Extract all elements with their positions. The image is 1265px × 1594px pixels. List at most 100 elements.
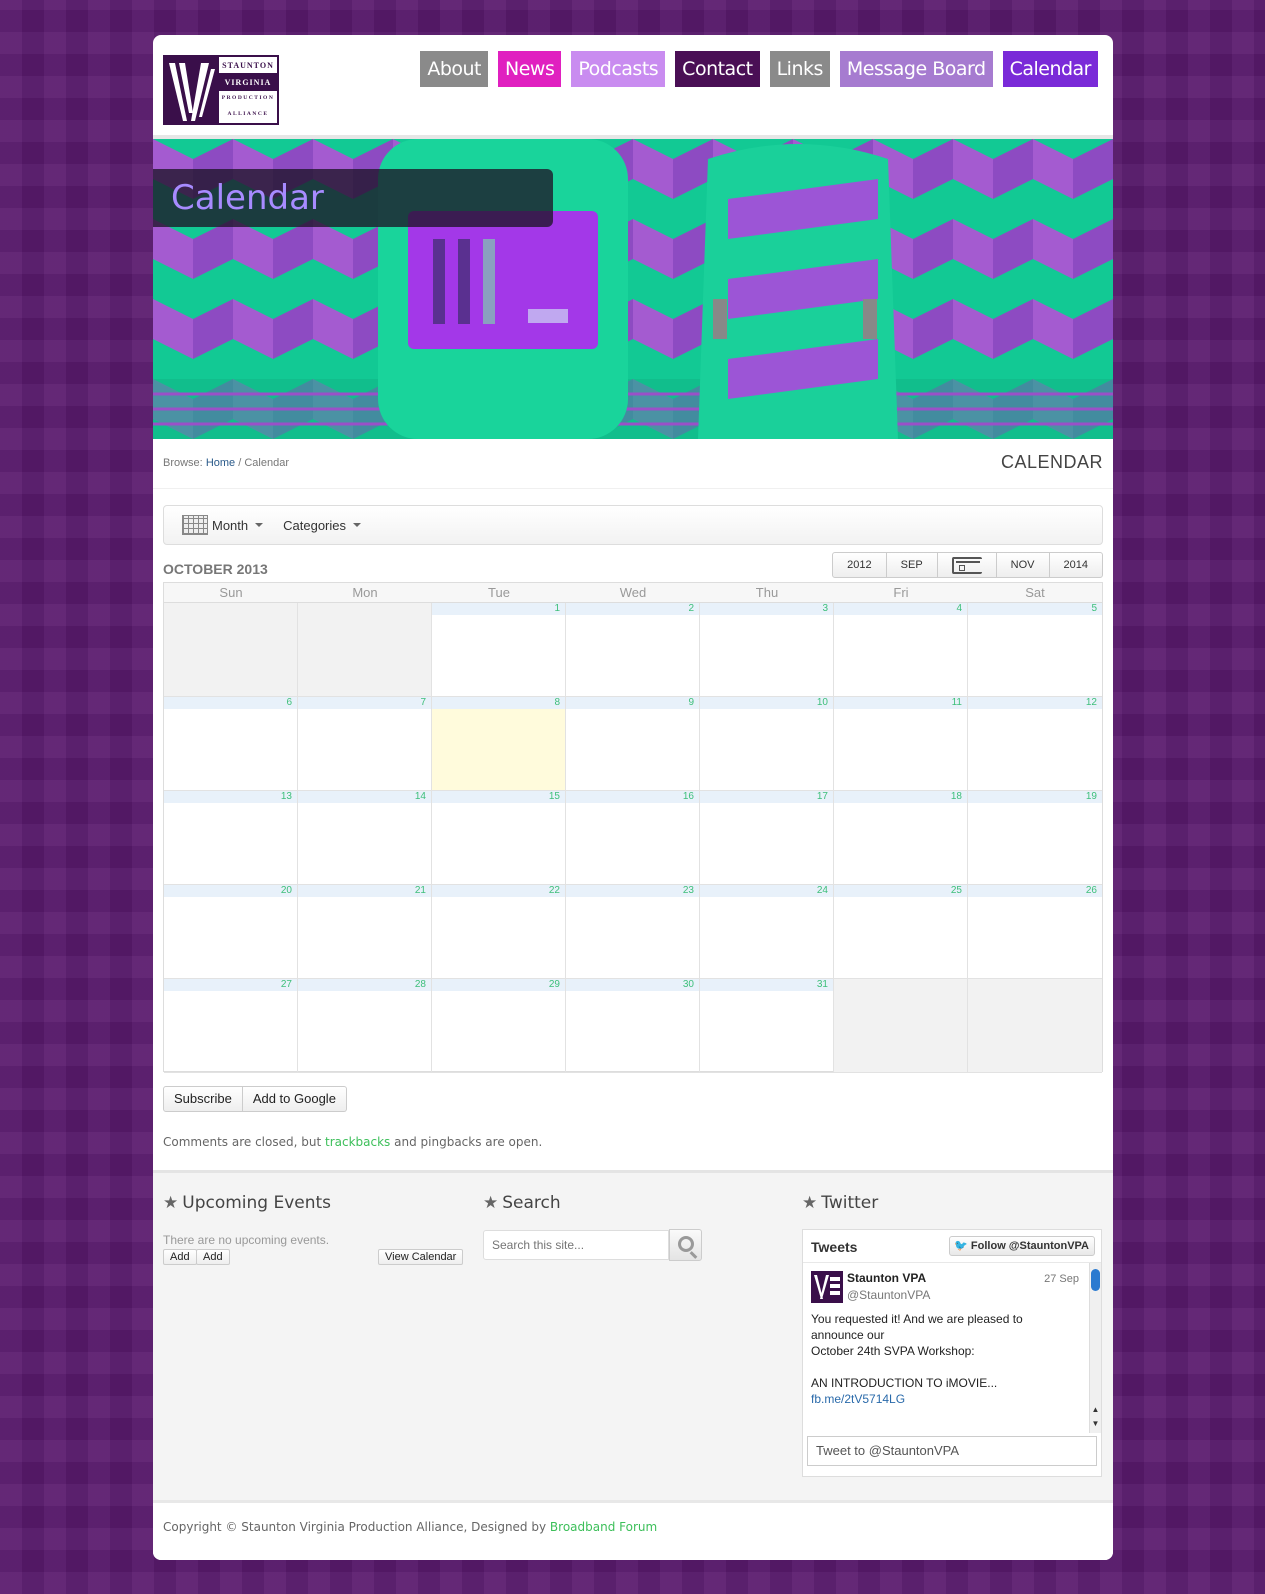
view-dropdown[interactable]: Month: [182, 515, 264, 535]
calendar-day-number[interactable]: 14: [298, 791, 431, 803]
calendar-day[interactable]: 23: [566, 885, 700, 979]
calendar-day[interactable]: 12: [968, 697, 1102, 791]
calendar-day-number[interactable]: 26: [968, 885, 1102, 897]
calendar-day[interactable]: 31: [700, 979, 834, 1073]
tweet-link[interactable]: fb.me/2tV5714LG: [811, 1392, 905, 1406]
add-to-google-button[interactable]: Add to Google: [242, 1086, 347, 1112]
calendar-day[interactable]: 18: [834, 791, 968, 885]
calendar-day[interactable]: 7: [298, 697, 432, 791]
calendar-day-number[interactable]: 21: [298, 885, 431, 897]
calendar-day[interactable]: 19: [968, 791, 1102, 885]
footer-widgets: ★ Upcoming Events There are no upcoming e…: [153, 1170, 1113, 1500]
calendar-day-number[interactable]: 23: [566, 885, 699, 897]
calendar-day-number[interactable]: 13: [164, 791, 297, 803]
trackbacks-link[interactable]: trackbacks: [325, 1135, 390, 1149]
follow-button-label: Follow @StauntonVPA: [970, 1240, 1089, 1252]
calendar-day-number[interactable]: 24: [700, 885, 833, 897]
calendar-day[interactable]: 24: [700, 885, 834, 979]
nav-links[interactable]: Links: [769, 51, 830, 87]
calendar-day[interactable]: 27: [164, 979, 298, 1073]
calendar-day-number[interactable]: 1: [432, 603, 565, 615]
calendar-day[interactable]: 25: [834, 885, 968, 979]
scroll-up-icon[interactable]: ▲: [1090, 1405, 1101, 1414]
calendar-day-number[interactable]: 7: [298, 697, 431, 709]
tweet-author-handle[interactable]: @StauntonVPA: [847, 1288, 930, 1302]
calendar-day[interactable]: 11: [834, 697, 968, 791]
calendar-day-number[interactable]: 8: [432, 697, 565, 709]
calendar-day[interactable]: 28: [298, 979, 432, 1073]
calendar-day-number[interactable]: 10: [700, 697, 833, 709]
tweet-date[interactable]: 27 Sep: [1044, 1273, 1079, 1285]
calendar-day-number[interactable]: 9: [566, 697, 699, 709]
designer-link[interactable]: Broadband Forum: [550, 1520, 657, 1534]
view-calendar-button[interactable]: View Calendar: [378, 1249, 464, 1265]
site-logo[interactable]: STAUNTON VIRGINIA PRODUCTION ALLIANCE: [163, 55, 279, 125]
next-year-button[interactable]: 2014: [1050, 553, 1102, 577]
calendar-day[interactable]: 29: [432, 979, 566, 1073]
tweet-scrollbar[interactable]: ▲ ▼: [1089, 1263, 1101, 1433]
nav-about[interactable]: About: [420, 51, 489, 87]
tweet-author-name[interactable]: Staunton VPA: [847, 1271, 926, 1285]
calendar-day-number[interactable]: 15: [432, 791, 565, 803]
today-button[interactable]: [938, 553, 997, 577]
calendar-day-number[interactable]: 28: [298, 979, 431, 991]
calendar-day-number[interactable]: 11: [834, 697, 967, 709]
calendar-day-number[interactable]: 5: [968, 603, 1102, 615]
calendar-day-number[interactable]: 12: [968, 697, 1102, 709]
calendar-day[interactable]: 9: [566, 697, 700, 791]
calendar-day-number[interactable]: 3: [700, 603, 833, 615]
calendar-day-number[interactable]: 29: [432, 979, 565, 991]
calendar-day[interactable]: 30: [566, 979, 700, 1073]
calendar-day[interactable]: 14: [298, 791, 432, 885]
calendar-day-number[interactable]: 22: [432, 885, 565, 897]
search-input[interactable]: [483, 1230, 669, 1260]
calendar-day[interactable]: 4: [834, 603, 968, 697]
calendar-day[interactable]: 26: [968, 885, 1102, 979]
tweet-to-input[interactable]: Tweet to @StauntonVPA: [807, 1436, 1097, 1466]
calendar-day-number[interactable]: 6: [164, 697, 297, 709]
calendar-day-number[interactable]: 18: [834, 791, 967, 803]
scrollbar-thumb[interactable]: [1091, 1269, 1100, 1291]
prev-month-button[interactable]: SEP: [887, 553, 938, 577]
next-month-button[interactable]: NOV: [997, 553, 1050, 577]
categories-dropdown[interactable]: Categories: [283, 518, 362, 533]
calendar-day-number[interactable]: 30: [566, 979, 699, 991]
calendar-day[interactable]: 8: [432, 697, 566, 791]
calendar-day[interactable]: 1: [432, 603, 566, 697]
calendar-day[interactable]: 2: [566, 603, 700, 697]
calendar-day[interactable]: 10: [700, 697, 834, 791]
nav-message-board[interactable]: Message Board: [839, 51, 993, 87]
add-event-button[interactable]: Add: [163, 1249, 197, 1265]
calendar-day[interactable]: 22: [432, 885, 566, 979]
calendar-day-number[interactable]: 19: [968, 791, 1102, 803]
add-event-button-2[interactable]: Add: [196, 1249, 230, 1265]
avatar[interactable]: [811, 1271, 843, 1303]
calendar-day[interactable]: 6: [164, 697, 298, 791]
nav-news[interactable]: News: [498, 51, 562, 87]
calendar-day-number[interactable]: 27: [164, 979, 297, 991]
calendar-day[interactable]: 17: [700, 791, 834, 885]
calendar-day-number[interactable]: 20: [164, 885, 297, 897]
follow-button[interactable]: 🐦 Follow @StauntonVPA: [949, 1236, 1095, 1256]
calendar-day[interactable]: 21: [298, 885, 432, 979]
calendar-day-number[interactable]: 16: [566, 791, 699, 803]
calendar-day[interactable]: 5: [968, 603, 1102, 697]
calendar-day[interactable]: 20: [164, 885, 298, 979]
prev-year-button[interactable]: 2012: [833, 553, 887, 577]
calendar-day[interactable]: 3: [700, 603, 834, 697]
breadcrumb-home-link[interactable]: Home: [206, 457, 235, 469]
calendar-day-number[interactable]: 17: [700, 791, 833, 803]
search-button[interactable]: [669, 1229, 702, 1261]
scroll-down-icon[interactable]: ▼: [1090, 1419, 1101, 1428]
subscribe-button[interactable]: Subscribe: [163, 1086, 243, 1112]
calendar-day-number[interactable]: 4: [834, 603, 967, 615]
nav-podcasts[interactable]: Podcasts: [571, 51, 666, 87]
nav-calendar[interactable]: Calendar: [1002, 51, 1098, 87]
nav-contact[interactable]: Contact: [675, 51, 760, 87]
calendar-day[interactable]: 15: [432, 791, 566, 885]
calendar-day[interactable]: 13: [164, 791, 298, 885]
calendar-day[interactable]: 16: [566, 791, 700, 885]
calendar-day-number[interactable]: 31: [700, 979, 833, 991]
calendar-day-number[interactable]: 2: [566, 603, 699, 615]
calendar-day-number[interactable]: 25: [834, 885, 967, 897]
